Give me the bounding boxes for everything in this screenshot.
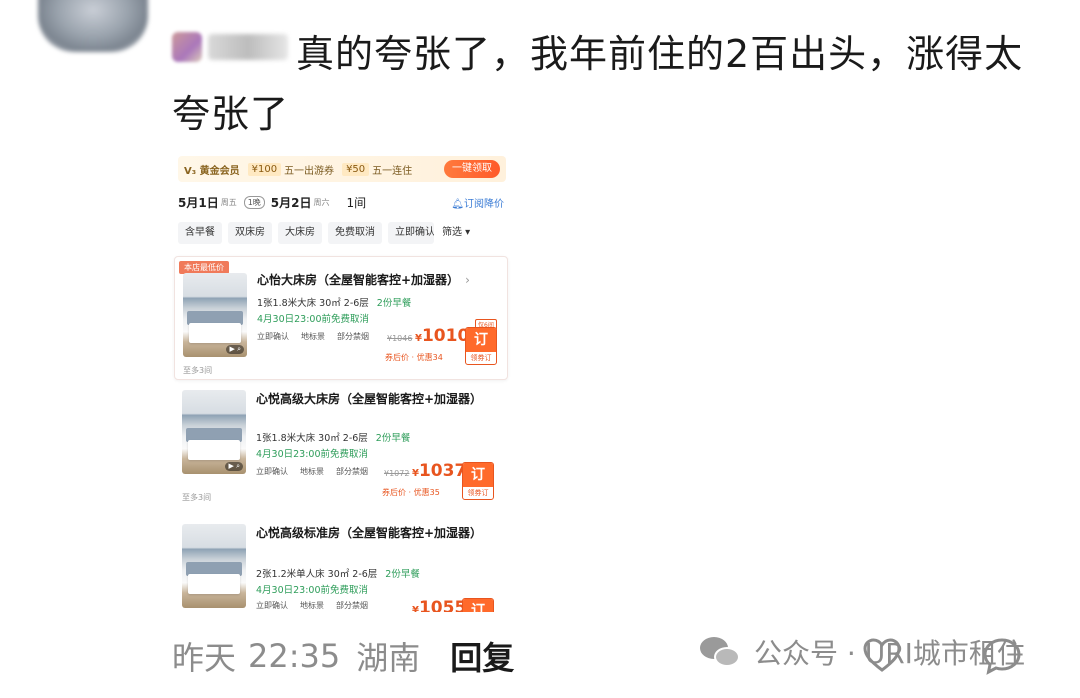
coupon-desc: 五一出游券 <box>284 165 335 177</box>
room-title[interactable]: 心怡大床房（全屋智能客控+加湿器） › <box>257 271 497 289</box>
max-rooms: 至多3间 <box>182 493 212 502</box>
room-tag: 立即确认 <box>256 601 288 610</box>
comment-footer: 昨天 22:35 湖南 回复 <box>172 628 514 684</box>
book-button-label: 订 <box>463 463 493 487</box>
book-button[interactable]: 订 <box>462 598 494 612</box>
breakfast-label: 2份早餐 <box>376 298 412 309</box>
room-photo[interactable]: ▶ ⌕ <box>182 390 246 474</box>
original-price: ¥1046 <box>387 334 413 343</box>
coupon-amount: ¥50 <box>342 162 370 176</box>
cancel-policy: 4月30日23:00前免费取消 <box>256 449 369 460</box>
room-title[interactable]: 心悦高级大床房（全屋智能客控+加湿器） <box>256 390 496 408</box>
member-bar: V₃ 黄金会员 ¥100 五一出游券 ¥50 五一连住 一键领取 <box>178 156 506 182</box>
checkout-weekday: 周六 <box>313 197 330 207</box>
room-card[interactable]: 心悦高级标准房（全屋智能客控+加湿器） 2张1.2米单人床 30㎡ 2-6层 2份… <box>174 522 508 612</box>
price-value: 1010 <box>421 326 470 346</box>
video-play-icon[interactable]: ▶ ⌕ <box>225 462 243 471</box>
filter-chip[interactable]: 大床房 <box>278 222 322 244</box>
coupon-amount: ¥100 <box>247 162 282 176</box>
comment-date: 昨天 <box>172 639 237 677</box>
room-tags: 立即确认 地标景 部分禁烟 <box>257 331 381 342</box>
price-value: 1055 <box>418 598 467 612</box>
price-value: 1037 <box>418 461 467 481</box>
coupon-discount: 券后价 · 优惠35 <box>382 488 440 497</box>
yen-symbol: ¥ <box>415 333 422 344</box>
wechat-icon <box>700 635 742 669</box>
room-photo[interactable]: ▶ ⌕ <box>183 273 247 357</box>
room-tag: 部分禁烟 <box>337 332 369 341</box>
filter-chip[interactable]: 立即确认 <box>388 222 434 244</box>
wechat-bubble-small <box>714 647 740 667</box>
bed <box>188 440 240 460</box>
room-count[interactable]: 1间 <box>347 194 367 211</box>
checkin-weekday: 周五 <box>220 197 237 207</box>
room-spec: 1张1.8米大床 30㎡ 2-6层 2份早餐 <box>256 430 410 444</box>
comment-icon[interactable] <box>982 636 1022 676</box>
subscribe-label: 订阅降价 <box>464 198 504 210</box>
room-tag: 部分禁烟 <box>336 601 368 610</box>
nights-badge: 1晚 <box>243 195 265 209</box>
price: ¥1037 <box>412 461 466 481</box>
chevron-right-icon: › <box>465 273 470 287</box>
heart-icon[interactable] <box>862 636 902 676</box>
reply-button[interactable]: 回复 <box>450 633 514 679</box>
book-button[interactable]: 订 领券订 <box>465 327 497 365</box>
book-button-sub: 领券订 <box>470 354 492 362</box>
filter-chips: 含早餐 双床房 大床房 免费取消 立即确认 筛选 ▾ <box>178 222 506 246</box>
yen-symbol: ¥ <box>412 468 419 479</box>
price: ¥1010 <box>415 326 469 346</box>
coupon-discount: 券后价 · 优惠34 <box>385 353 443 362</box>
comment-location: 湖南 <box>356 639 421 677</box>
room-card[interactable]: 本店最低价 ▶ ⌕ 心怡大床房（全屋智能客控+加湿器） › 1张1.8米大床 30… <box>174 256 508 380</box>
bed <box>189 323 241 343</box>
user-avatar-blurred[interactable] <box>38 0 148 52</box>
coupon-desc: 五一连住 <box>372 165 413 177</box>
filter-chip[interactable]: 免费取消 <box>328 222 382 244</box>
checkout-date[interactable]: 5月2日 <box>271 194 312 211</box>
bed <box>188 574 240 594</box>
room-tag: 立即确认 <box>256 467 288 476</box>
book-button-label: 订 <box>466 328 496 352</box>
book-button-sub: 领券订 <box>467 489 489 497</box>
vip-label: V₃ 黄金会员 <box>184 165 240 177</box>
room-spec-text: 2张1.2米单人床 30㎡ 2-6层 <box>256 569 378 580</box>
room-tag: 部分禁烟 <box>336 467 368 476</box>
filter-chip[interactable]: 含早餐 <box>178 222 222 244</box>
subscribe-price-drop[interactable]: 🔔︎订阅降价 <box>451 195 504 210</box>
room-tag: 立即确认 <box>257 332 289 341</box>
room-title-text: 心怡大床房（全屋智能客控+加湿器） <box>257 273 460 287</box>
filter-button[interactable]: 筛选 ▾ <box>442 222 470 246</box>
comment-time: 22:35 <box>248 637 341 675</box>
original-price: ¥1072 <box>384 469 410 478</box>
room-card[interactable]: ▶ ⌕ 心悦高级大床房（全屋智能客控+加湿器） 1张1.8米大床 30㎡ 2-6… <box>174 388 508 512</box>
price: ¥1055 <box>412 598 466 612</box>
room-tags: 立即确认 地标景 部分禁烟 <box>256 466 380 477</box>
room-tags: 立即确认 地标景 部分禁烟 <box>256 600 380 611</box>
room-title[interactable]: 心悦高级标准房（全屋智能客控+加湿器） <box>256 524 496 542</box>
room-spec: 2张1.2米单人床 30㎡ 2-6层 2份早餐 <box>256 566 420 580</box>
book-button-label: 订 <box>463 599 493 612</box>
book-button[interactable]: 订 领券订 <box>462 462 494 500</box>
claim-coupons-button[interactable]: 一键领取 <box>444 160 500 178</box>
room-tag: 地标景 <box>300 467 324 476</box>
comment-text: 真的夸张了，我年前住的2百出头，涨得太夸张了 <box>172 32 1024 136</box>
max-rooms: 至多3间 <box>183 366 213 375</box>
room-spec-text: 1张1.8米大床 30㎡ 2-6层 <box>257 298 369 309</box>
breakfast-label: 2份早餐 <box>385 569 420 580</box>
cancel-policy: 4月30日23:00前免费取消 <box>257 314 370 325</box>
checkin-date[interactable]: 5月1日 <box>178 194 219 211</box>
room-photo[interactable] <box>182 524 246 608</box>
room-tag: 地标景 <box>301 332 325 341</box>
embedded-screenshot[interactable]: V₃ 黄金会员 ¥100 五一出游券 ¥50 五一连住 一键领取 5月1日 周五… <box>172 152 512 612</box>
bell-icon: 🔔︎ <box>451 198 464 210</box>
date-selector[interactable]: 5月1日 周五 1晚 5月2日 周六 1间 🔔︎订阅降价 <box>178 190 506 214</box>
room-spec: 1张1.8米大床 30㎡ 2-6层 2份早餐 <box>257 295 411 309</box>
filter-chip[interactable]: 双床房 <box>228 222 272 244</box>
cancel-policy: 4月30日23:00前免费取消 <box>256 585 369 596</box>
breakfast-label: 2份早餐 <box>375 433 411 444</box>
room-spec-text: 1张1.8米大床 30㎡ 2-6层 <box>256 433 368 444</box>
yen-symbol: ¥ <box>412 605 419 612</box>
room-tag: 地标景 <box>300 601 324 610</box>
video-play-icon[interactable]: ▶ ⌕ <box>226 345 244 354</box>
